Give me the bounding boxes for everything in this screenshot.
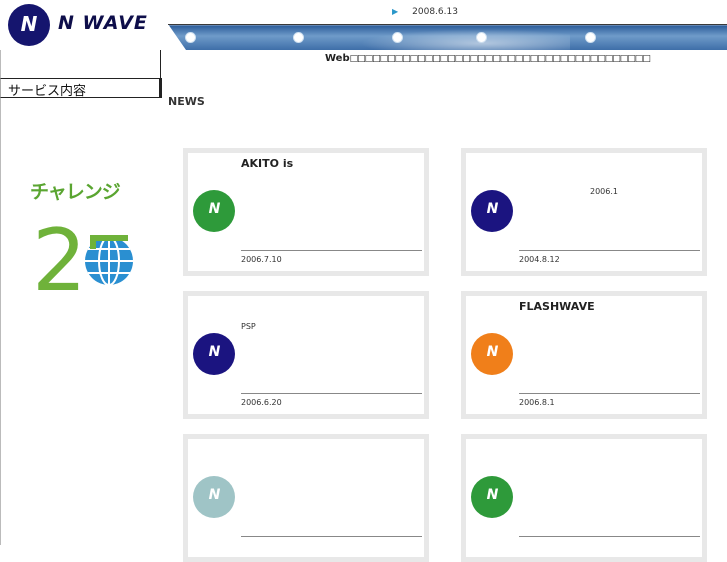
news-card[interactable]: N: [183, 434, 429, 562]
web-headline: Web□□□□□□□□□□□□□□□□□□□□□□□□□□□□□□□□□□□□□…: [325, 53, 725, 64]
nwave-logo-icon: N: [471, 333, 513, 375]
challenge25-badge[interactable]: チャレンジ 2: [28, 175, 138, 295]
nwave-logo-icon: N: [193, 476, 235, 518]
play-arrow-icon: ▶: [392, 7, 399, 16]
news-card-divider: [241, 250, 422, 251]
logo-mark: N: [208, 201, 221, 217]
news-card-date: 2006.8.1: [519, 398, 555, 407]
nav-dot-4[interactable]: [476, 32, 487, 43]
site-header: N N WAVE ▶ 2008.6.13: [0, 0, 727, 50]
nwave-logo-icon: N: [193, 190, 235, 232]
logo-mark: N: [20, 12, 38, 36]
web-headline-rest: □□□□□□□□□□□□□□□□□□□□□□□□□□□□□□□□□□□□□□□□: [349, 54, 651, 64]
news-card-date: 2006.7.10: [241, 255, 282, 264]
nav-dot-5[interactable]: [585, 32, 596, 43]
logo-mark: N: [486, 344, 499, 360]
logo-mark: N: [486, 487, 499, 503]
news-card-body: 2006.1: [590, 187, 618, 196]
site-logo[interactable]: N N WAVE: [0, 0, 168, 50]
news-card[interactable]: PSP N 2006.6.20: [183, 291, 429, 419]
news-heading: NEWS: [168, 95, 205, 108]
challenge-number-two: 2: [32, 211, 87, 295]
sidebar-heading-label: サービス内容: [8, 84, 87, 99]
news-card[interactable]: N: [461, 434, 707, 562]
nav-dot-3[interactable]: [392, 32, 403, 43]
news-card[interactable]: FLASHWAVE N 2006.8.1: [461, 291, 707, 419]
news-card-divider: [519, 536, 700, 537]
news-card-divider: [241, 536, 422, 537]
news-card-body: PSP: [241, 322, 256, 331]
news-card-title: FLASHWAVE: [519, 300, 595, 313]
news-card-date: 2004.8.12: [519, 255, 560, 264]
news-card-divider: [519, 250, 700, 251]
news-card-date: 2006.6.20: [241, 398, 282, 407]
nwave-logo-icon: N: [193, 333, 235, 375]
news-card-title: AKITO is: [241, 157, 294, 170]
left-border: [0, 50, 1, 545]
challenge25-graphic: 2: [32, 211, 133, 295]
web-headline-lead: Web: [325, 53, 350, 64]
news-card-divider: [519, 393, 700, 394]
header-date-text: 2008.6.13: [412, 7, 458, 17]
news-card-divider: [241, 393, 422, 394]
nwave-logo-icon: N: [8, 4, 50, 46]
nwave-logo-icon: N: [471, 476, 513, 518]
sidebar-heading-services[interactable]: サービス内容: [0, 78, 162, 99]
logo-mark: N: [486, 201, 499, 217]
logo-mark: N: [208, 487, 221, 503]
wave-graphic: [350, 28, 570, 50]
logo-mark: N: [208, 344, 221, 360]
news-card[interactable]: AKITO is N 2006.7.10: [183, 148, 429, 276]
sidebar-divider: [160, 50, 161, 80]
challenge-five-stem: [90, 235, 96, 249]
header-divider: [168, 24, 727, 25]
logo-text: N WAVE: [58, 12, 148, 34]
nwave-logo-icon: N: [471, 190, 513, 232]
nav-dot-2[interactable]: [293, 32, 304, 43]
news-card[interactable]: 2006.1 N 2004.8.12: [461, 148, 707, 276]
nav-dot-1[interactable]: [185, 32, 196, 43]
header-date: ▶ 2008.6.13: [392, 7, 458, 17]
